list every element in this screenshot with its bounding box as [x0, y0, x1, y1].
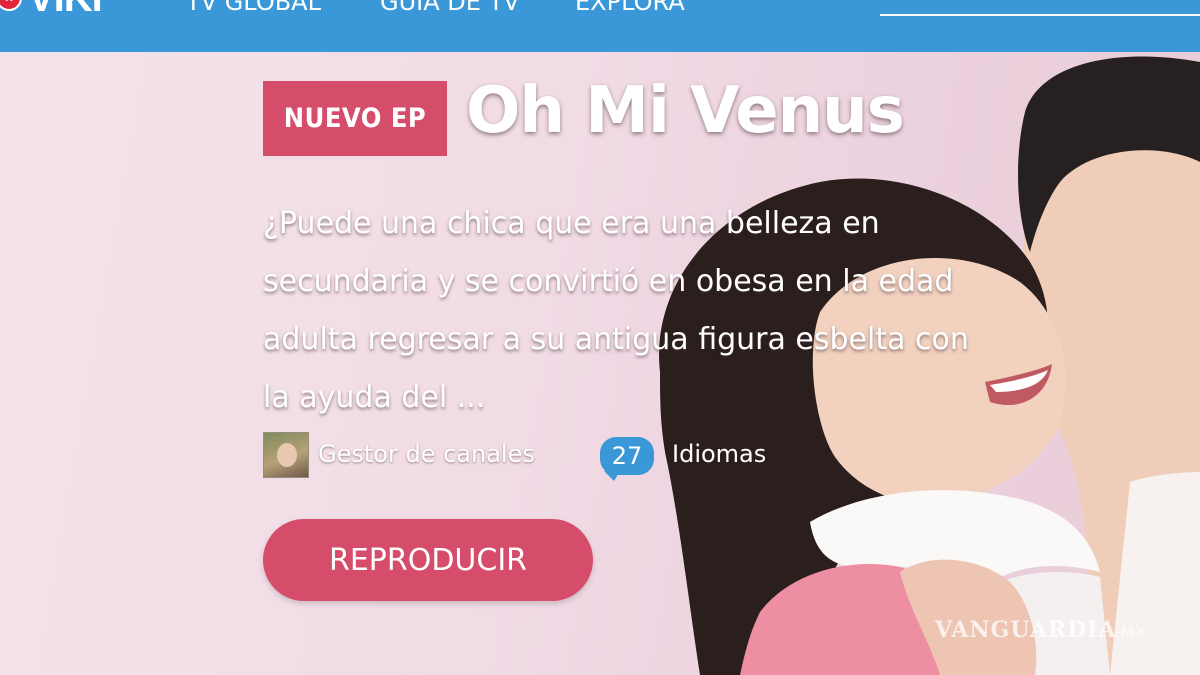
show-meta: Gestor de canales 27 Idiomas: [263, 432, 823, 481]
nav-tv-global[interactable]: TV GLOBAL: [186, 0, 321, 16]
logo-text: VIKI: [28, 0, 103, 21]
watermark-suffix: MX: [1120, 622, 1148, 641]
search-input[interactable]: [880, 14, 1200, 16]
languages-label[interactable]: Idiomas: [672, 440, 766, 468]
play-button[interactable]: REPRODUCIR: [263, 519, 593, 601]
nav-explora[interactable]: EXPLORA: [575, 0, 685, 16]
top-nav-bar: R VIKI TV GLOBAL GUÍA DE TV EXPLORA: [0, 0, 1200, 52]
show-title[interactable]: Oh Mi Venus: [466, 74, 905, 148]
watermark-text: VANGUARDIA: [935, 617, 1117, 643]
show-description: ¿Puede una chica que era una belleza en …: [263, 206, 969, 415]
languages-count-badge: 27: [600, 437, 654, 481]
channel-manager-link[interactable]: Gestor de canales: [318, 440, 535, 468]
nav-guia-de-tv[interactable]: GUÍA DE TV: [380, 0, 520, 16]
new-episode-badge: NUEVO EP: [263, 81, 447, 156]
viki-logo[interactable]: R VIKI: [0, 0, 103, 21]
hero-banner: NUEVO EP Oh Mi Venus ¿Puede una chica qu…: [0, 52, 1200, 675]
channel-avatar[interactable]: [263, 432, 309, 478]
watermark: VANGUARDIA MX: [935, 617, 1147, 643]
logo-badge-icon: R: [0, 0, 22, 11]
